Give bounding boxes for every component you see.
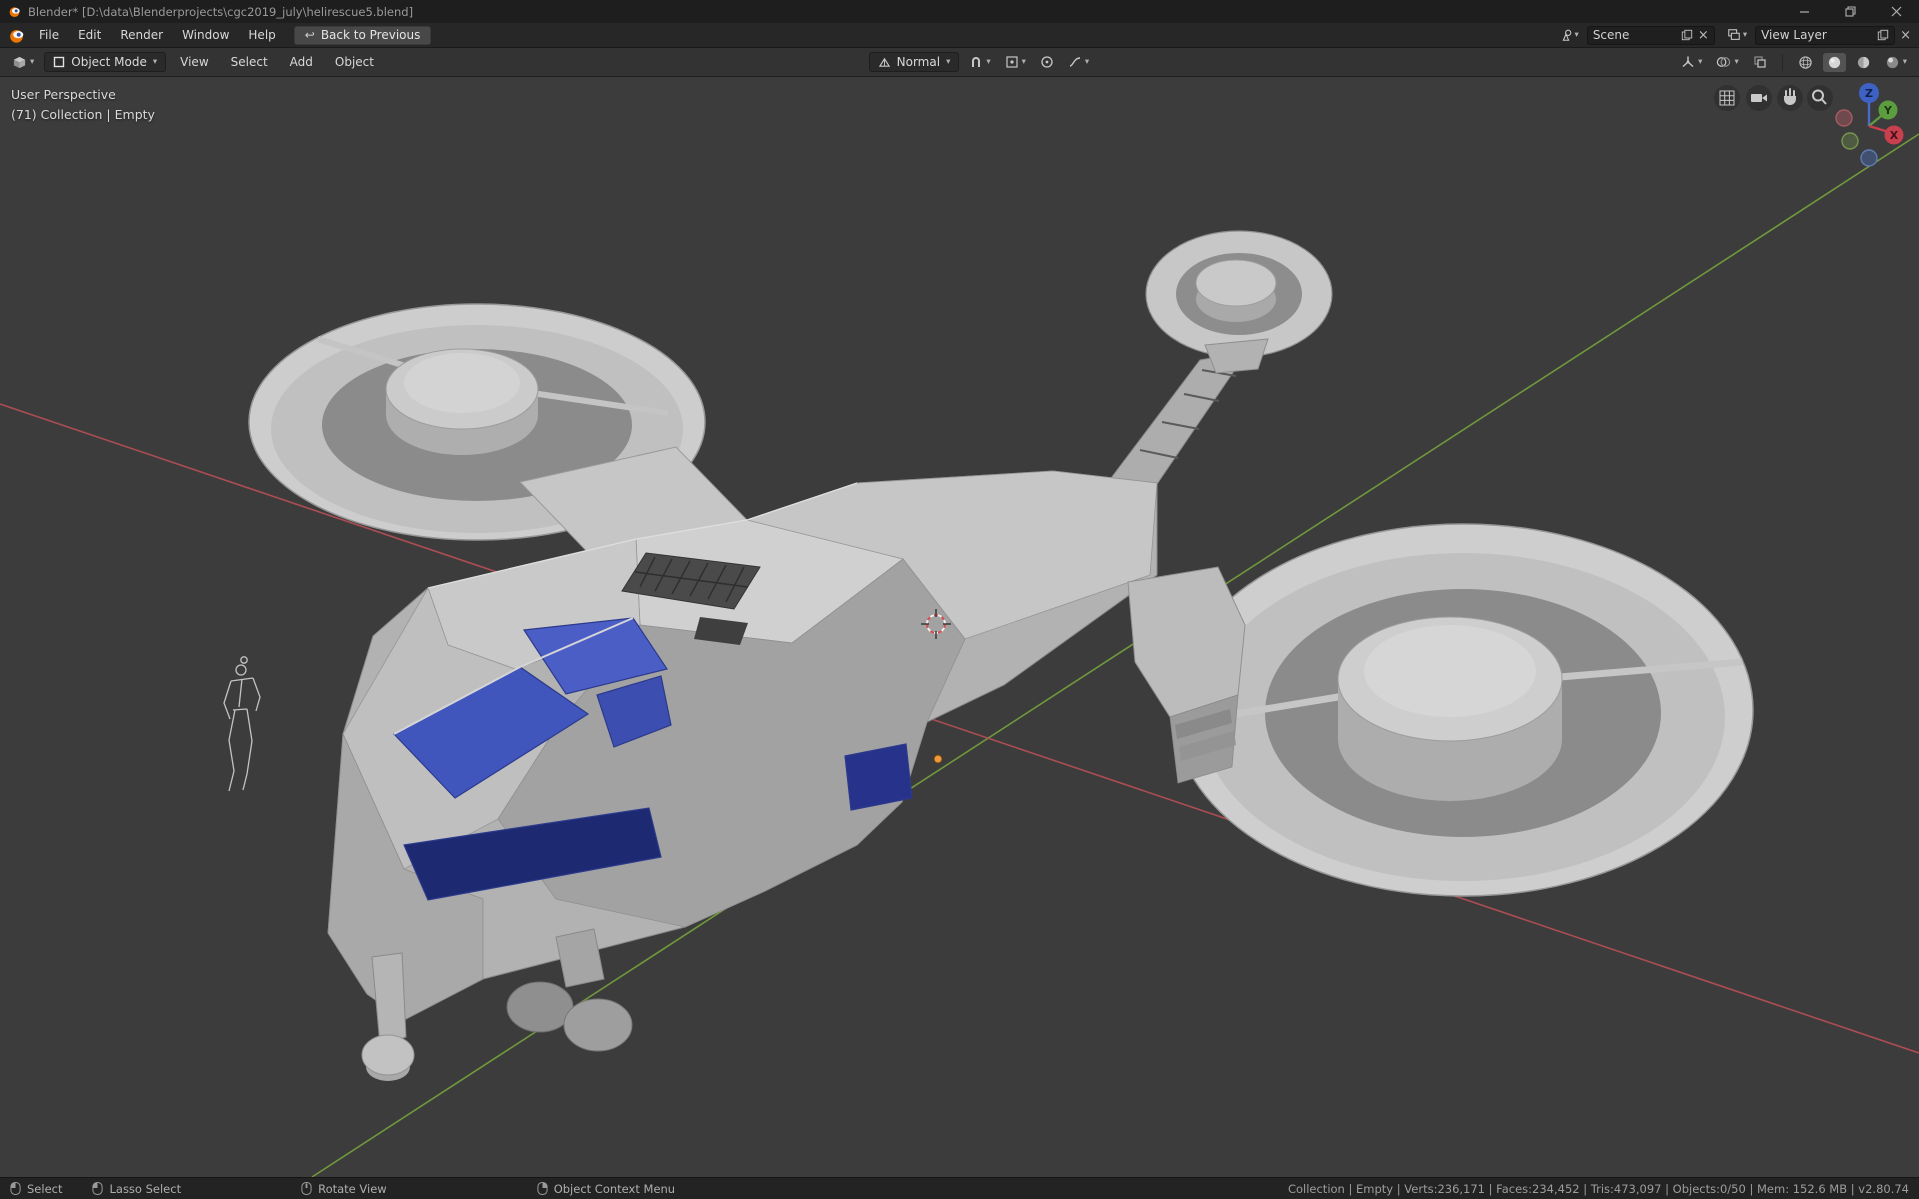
back-arrow-icon: ↩ (304, 27, 315, 42)
app-menu-logo-icon[interactable] (8, 27, 25, 44)
title-bar: Blender* [D:\data\Blenderprojects\cgc201… (0, 0, 1919, 23)
snap-settings-button[interactable]: ▾ (1001, 53, 1030, 71)
shading-rendered-button[interactable]: ▾ (1881, 53, 1911, 72)
transform-orientation-selector[interactable]: Normal ▾ (868, 52, 960, 72)
orientation-normal-icon (878, 57, 890, 67)
tail-rotor (1092, 230, 1333, 510)
new-scene-icon[interactable] (1681, 29, 1693, 41)
navigation-gizmo[interactable]: Z Y X (1835, 83, 1904, 167)
object-mode-icon (54, 56, 65, 68)
right-pylon (1127, 566, 1246, 784)
view-layer-selector[interactable]: View Layer (1755, 25, 1896, 45)
gizmo-z-label: Z (1865, 87, 1873, 100)
overlays-icon (1717, 57, 1731, 67)
menu-render[interactable]: Render (111, 26, 172, 44)
menu-viewport-add[interactable]: Add (282, 52, 321, 72)
back-to-previous-button[interactable]: ↩ Back to Previous (293, 25, 432, 45)
snap-toggle-button[interactable]: ▾ (965, 53, 994, 71)
hint-rotate-view: Rotate View (301, 1181, 387, 1196)
viewport-3d[interactable]: Z Y X User Perspective (71) Collection |… (0, 77, 1919, 1177)
origin-dot (933, 754, 943, 764)
mode-selector[interactable]: Object Mode ▾ (44, 52, 167, 72)
shading-wireframe-button[interactable] (1794, 53, 1817, 72)
proportional-falloff-button[interactable]: ▾ (1064, 53, 1093, 71)
unlink-scene-icon[interactable]: × (1698, 28, 1709, 43)
falloff-curve-icon (1069, 57, 1081, 67)
shading-material-button[interactable] (1852, 53, 1875, 72)
scene-stats: Collection | Empty | Verts:236,171 | Fac… (1287, 1181, 1909, 1196)
gizmo-tripod-icon (1682, 56, 1694, 68)
tool-header: ▾ Object Mode ▾ View Select Add Object N… (0, 48, 1919, 77)
viewport-header-text: User Perspective (71) Collection | Empty (11, 85, 155, 125)
hand-icon (1784, 88, 1796, 105)
proportional-circle-icon (1041, 56, 1053, 68)
close-button[interactable] (1873, 0, 1919, 23)
active-collection-label: (71) Collection | Empty (11, 107, 155, 122)
lmb-drag-mouse-icon (92, 1182, 104, 1195)
shading-solid-button[interactable] (1822, 52, 1846, 72)
move-view-button[interactable] (1777, 85, 1803, 111)
editor-type-button[interactable]: ▾ (8, 53, 38, 72)
viewport-scene: Z Y X (0, 83, 1919, 1177)
lmb-mouse-icon (10, 1182, 21, 1195)
view-layer-icon (1728, 29, 1740, 40)
gizmo-axis-neg-y[interactable] (1841, 132, 1859, 150)
menu-viewport-select[interactable]: Select (223, 52, 276, 72)
gizmo-axis-neg-x[interactable] (1835, 109, 1853, 127)
gizmo-y-label: Y (1883, 104, 1893, 117)
xray-toggle-button[interactable] (1749, 53, 1771, 71)
camera-view-button[interactable] (1746, 85, 1772, 111)
zoom-view-button[interactable] (1807, 85, 1833, 111)
gizmo-axis-neg-z[interactable] (1860, 149, 1878, 167)
gizmo-x-label: X (1890, 129, 1899, 142)
xray-icon (1754, 56, 1766, 68)
mmb-mouse-icon (301, 1182, 312, 1195)
top-bar: File Edit Render Window Help ↩ Back to P… (0, 23, 1919, 48)
header-separator (1781, 53, 1783, 71)
gizmo-toggle-button[interactable]: ▾ (1677, 53, 1706, 71)
hint-select: Select (10, 1181, 62, 1196)
minimize-button[interactable] (1781, 0, 1827, 23)
view-perspective-label: User Perspective (11, 87, 116, 102)
solid-sphere-icon (1828, 56, 1840, 68)
right-rotor (1172, 523, 1754, 897)
material-sphere-icon (1857, 56, 1869, 68)
rendered-sphere-icon (1886, 56, 1898, 68)
window-title: Blender* [D:\data\Blenderprojects\cgc201… (28, 4, 414, 19)
scene-browse-button[interactable]: ▾ (1557, 28, 1581, 42)
helicopter-model[interactable] (248, 230, 1754, 1081)
menu-file[interactable]: File (30, 26, 68, 44)
scene-icon (1562, 29, 1571, 41)
view-layer-name: View Layer (1761, 28, 1827, 42)
scene-selector[interactable]: Scene × (1586, 25, 1715, 45)
magnet-icon (972, 57, 981, 67)
menu-edit[interactable]: Edit (69, 26, 110, 44)
menu-viewport-object[interactable]: Object (327, 52, 382, 72)
view-layer-browse-button[interactable]: ▾ (1725, 28, 1749, 42)
blender-logo-icon (9, 7, 20, 18)
wireframe-sphere-icon (1799, 55, 1812, 69)
editor-3d-viewport-icon (13, 56, 26, 68)
rmb-mouse-icon (537, 1182, 548, 1195)
status-bar: Select Lasso Select Rotate View Object C… (0, 1177, 1919, 1199)
snap-target-icon (1006, 56, 1018, 68)
menu-help[interactable]: Help (239, 26, 284, 44)
blender-window: Blender* [D:\data\Blenderprojects\cgc201… (0, 0, 1919, 1199)
scene-name: Scene (1592, 28, 1630, 42)
new-view-layer-icon[interactable] (1877, 29, 1889, 41)
remove-view-layer-icon[interactable]: × (1900, 28, 1911, 43)
viewport-nav-buttons (1714, 85, 1833, 111)
armature-object[interactable] (223, 656, 261, 792)
perspective-toggle-button[interactable] (1714, 85, 1740, 111)
hint-lasso-select: Lasso Select (92, 1181, 181, 1196)
window-controls (1781, 0, 1919, 23)
overlays-toggle-button[interactable]: ▾ (1712, 53, 1742, 71)
proportional-editing-button[interactable] (1036, 53, 1058, 71)
menu-viewport-view[interactable]: View (172, 52, 216, 72)
maximize-button[interactable] (1827, 0, 1873, 23)
hint-object-context-menu: Object Context Menu (537, 1181, 675, 1196)
menu-window[interactable]: Window (173, 26, 238, 44)
